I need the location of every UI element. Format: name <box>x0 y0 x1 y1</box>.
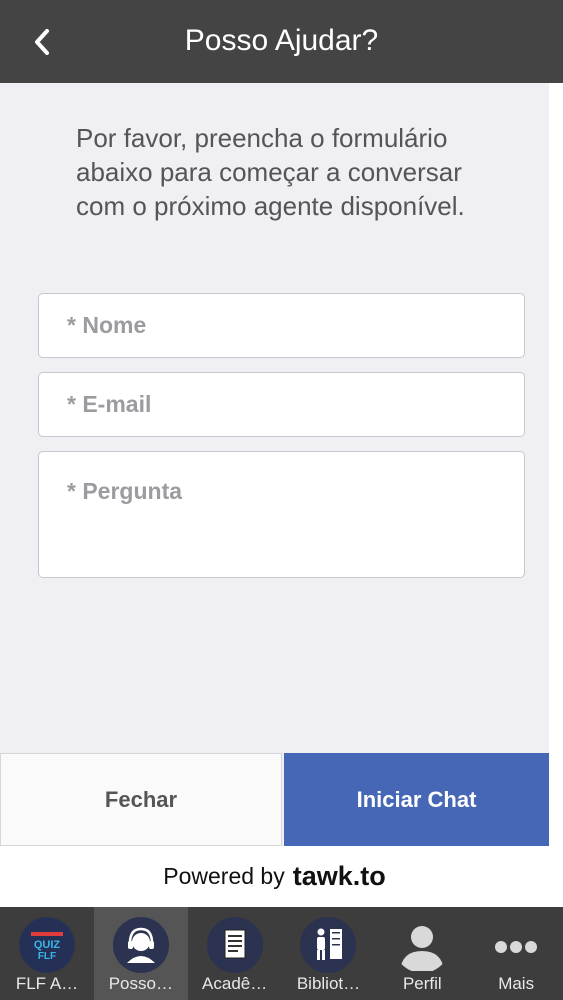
headset-icon <box>112 917 169 973</box>
intro-text: Por favor, preencha o formulário abaixo … <box>76 123 465 221</box>
start-chat-button[interactable]: Iniciar Chat <box>284 753 549 846</box>
form-actions: Fechar Iniciar Chat <box>0 753 549 846</box>
tab-label: Posso… <box>108 974 173 993</box>
library-icon <box>300 917 357 973</box>
tab-academia[interactable]: Acadê… <box>188 907 282 1000</box>
user-icon <box>394 917 450 973</box>
top-bar: Posso Ajudar? <box>0 0 563 83</box>
tab-biblioteca[interactable]: Bibliot… <box>281 907 375 1000</box>
email-field[interactable] <box>38 372 525 437</box>
powered-by-footer[interactable]: Powered by tawk.to <box>0 846 549 907</box>
scrollbar-track <box>549 83 563 907</box>
svg-text:FLF: FLF <box>38 951 56 962</box>
name-field[interactable] <box>38 293 525 358</box>
tab-label: Mais <box>498 974 535 993</box>
tab-flf-app[interactable]: QUIZ FLF FLF A… <box>0 907 94 1000</box>
tab-label: Bibliot… <box>296 974 361 993</box>
tawk-brand-logo: tawk.to <box>292 861 386 891</box>
tab-perfil[interactable]: Perfil <box>375 907 469 1000</box>
chat-form-panel: Por favor, preencha o formulário abaixo … <box>0 83 549 753</box>
tab-label: Perfil <box>402 974 442 993</box>
powered-by-text: Powered by <box>163 863 285 889</box>
quiz-icon: QUIZ FLF <box>19 917 75 973</box>
tab-mais[interactable]: Mais <box>469 907 563 1000</box>
tab-posso-ajudar[interactable]: Posso… <box>93 907 188 1000</box>
question-field[interactable] <box>38 451 525 578</box>
page-title: Posso Ajudar? <box>184 24 379 57</box>
svg-text:QUIZ: QUIZ <box>34 939 61 951</box>
bottom-tab-bar: QUIZ FLF FLF A… Posso… Acadê… Bibliot… P… <box>0 907 563 1000</box>
close-button[interactable]: Fechar <box>0 753 282 846</box>
tab-label: FLF A… <box>15 974 79 993</box>
tab-label: Acadê… <box>202 974 268 993</box>
document-icon <box>206 917 263 973</box>
more-icon <box>488 917 544 973</box>
